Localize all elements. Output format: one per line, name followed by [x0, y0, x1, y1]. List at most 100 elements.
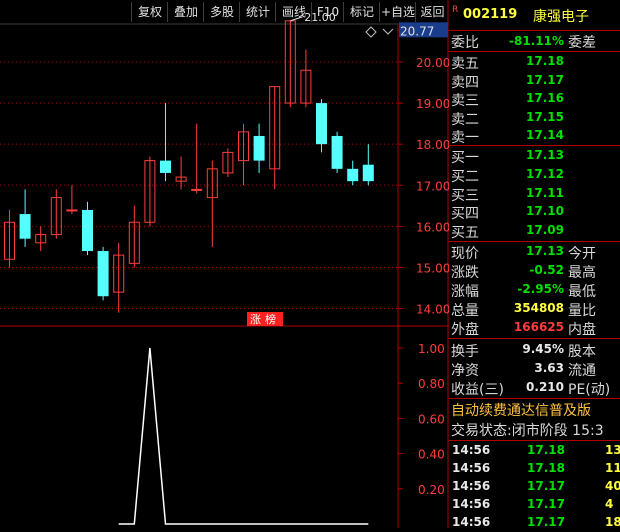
- buy-level-label: 买三: [451, 187, 479, 204]
- stock-header: R 002119 康强电子: [449, 0, 620, 30]
- sell-level-label: 卖五: [451, 56, 479, 72]
- sell-row[interactable]: 卖二 17.15: [449, 109, 620, 128]
- stat-value: 354808: [513, 301, 564, 315]
- buy-level-label: 买一: [451, 150, 479, 166]
- tb-diejia-button[interactable]: 叠加: [167, 2, 204, 22]
- stat-row: 外盘 166625 内盘: [449, 319, 620, 338]
- tick-volume: 40: [605, 479, 620, 493]
- buy-row[interactable]: 买四 17.10: [449, 203, 620, 222]
- sell-row[interactable]: 卖一 17.14: [449, 127, 620, 146]
- price-axis-label: 20.77: [400, 24, 434, 38]
- tick-volume: 18: [605, 515, 620, 529]
- buy-row[interactable]: 买五 17.09: [449, 222, 620, 241]
- stat-row: 涨幅 -2.95% 最低: [449, 281, 620, 300]
- candle-body: [82, 209, 93, 252]
- tick-volume: 4: [605, 497, 614, 511]
- candle-body: [253, 135, 265, 161]
- buy-row[interactable]: 买二 17.12: [449, 166, 620, 185]
- buy-row[interactable]: 买三 17.11: [449, 185, 620, 204]
- tb-fuquan-button[interactable]: 复权: [131, 2, 168, 22]
- sell-price: 17.16: [526, 91, 564, 105]
- indicator-axis-label: 0.60: [418, 412, 445, 426]
- tick-volume: 11: [605, 461, 620, 475]
- stat-label2: 今开: [568, 246, 596, 262]
- candle-body: [347, 168, 359, 182]
- tick-row: 14:56 17.18 13: [449, 442, 620, 460]
- weibi-row: 委比 -81.11% 委差: [449, 31, 620, 51]
- tick-time: 14:56: [452, 461, 491, 475]
- indicator-label: 涨: [250, 313, 261, 326]
- tb-huaxian-button[interactable]: 画线: [275, 2, 312, 22]
- stat2-value: 9.45%: [522, 342, 564, 356]
- sell-price: 17.15: [526, 109, 564, 124]
- tb-duogu-button[interactable]: 多股: [203, 2, 240, 22]
- sell-row[interactable]: 卖三 17.16: [449, 90, 620, 109]
- tb-back-button[interactable]: 返回: [415, 2, 449, 22]
- stat-value: -0.52: [529, 263, 564, 277]
- stat2-value: 0.210: [526, 380, 564, 394]
- buy-price: 17.09: [526, 223, 564, 238]
- sell-row[interactable]: 卖五 17.18: [449, 53, 620, 72]
- tick-price: 17.17: [527, 497, 565, 511]
- indicator-axis-label: 0.20: [418, 483, 445, 497]
- price-axis-label: 17.00: [416, 179, 449, 193]
- sell-level-label: 卖四: [451, 74, 479, 91]
- tb-tongji-button[interactable]: 统计: [239, 2, 276, 22]
- sell-price: 17.18: [526, 54, 564, 68]
- trading-status: 交易状态:闭市阶段 15:3: [451, 423, 604, 439]
- stat-label: 现价: [451, 246, 479, 262]
- tick-time: 14:56: [452, 515, 491, 529]
- status-row: 交易状态:闭市阶段 15:3: [449, 420, 620, 440]
- stat-label2: 内盘: [568, 322, 596, 338]
- candle-body: [19, 214, 31, 239]
- candle-body: [160, 160, 171, 173]
- candle-body: [66, 209, 78, 212]
- indicator-axis-label: 0.80: [418, 377, 445, 391]
- tick-price: 17.17: [527, 479, 565, 493]
- tick-time: 14:56: [452, 497, 491, 511]
- weibi-label: 委比: [451, 35, 479, 51]
- indicator-axis-label: 0.40: [418, 448, 445, 462]
- price-axis-label: 15.00: [416, 261, 449, 275]
- indicator-axis-label: 1.00: [418, 342, 445, 356]
- sell-row[interactable]: 卖四 17.17: [449, 72, 620, 91]
- tick-row: 14:56 17.17 18: [449, 514, 620, 532]
- stat-value: -2.95%: [517, 282, 564, 296]
- stat2-row: 换手 9.45% 股本: [449, 341, 620, 360]
- price-axis-label: 19.00: [416, 97, 449, 111]
- stat2-label2: 股本: [568, 344, 596, 360]
- stat2-row: 收益(三) 0.210 PE(动): [449, 379, 620, 398]
- tb-biaoji-button[interactable]: 标记: [343, 2, 380, 22]
- candle-body: [331, 135, 343, 169]
- tags-row[interactable]: 自动续费通达信普及版: [449, 400, 620, 420]
- stat-label2: 量比: [568, 303, 596, 319]
- stat2-row: 净资 3.63 流通: [449, 360, 620, 379]
- chart-toolbar: 复权 叠加 多股 统计 画线 F10 标记 +自选 返回: [0, 0, 448, 24]
- candle-body: [316, 103, 327, 145]
- price-axis-label: 14.00: [416, 303, 449, 317]
- tick-price: 17.18: [527, 443, 565, 457]
- tick-price: 17.17: [527, 515, 565, 529]
- stat-label: 涨跌: [451, 265, 479, 281]
- buy-price: 17.12: [526, 166, 564, 181]
- tick-row: 14:56 17.17 40: [449, 478, 620, 496]
- weicha-label: 委差: [568, 35, 596, 51]
- stat-row: 总量 354808 量比: [449, 300, 620, 319]
- stat-value: 17.13: [526, 244, 564, 258]
- stock-name: 康强电子: [533, 9, 589, 25]
- sell-price: 17.17: [526, 72, 564, 87]
- tags-text: 自动续费通达信普及版: [451, 403, 591, 419]
- stat2-value: 3.63: [534, 361, 564, 375]
- tb-f10-button[interactable]: F10: [311, 2, 344, 22]
- indicator-line: [118, 347, 369, 525]
- sell-level-label: 卖三: [451, 93, 479, 109]
- candle-body: [191, 188, 203, 191]
- stat-value: 166625: [513, 320, 564, 334]
- kline-chart[interactable]: 20.77 20.00 19.00 18.00 17.00 16.00 15.00 14.00…: [0, 0, 449, 528]
- chevron-down-icon: [382, 28, 394, 35]
- buy-price: 17.11: [526, 185, 564, 200]
- buy-row[interactable]: 买一 17.13: [449, 147, 620, 166]
- weibi-value: -81.11%: [509, 34, 564, 48]
- tb-add-watchlist-button[interactable]: +自选: [379, 2, 416, 22]
- tick-time: 14:56: [452, 443, 491, 457]
